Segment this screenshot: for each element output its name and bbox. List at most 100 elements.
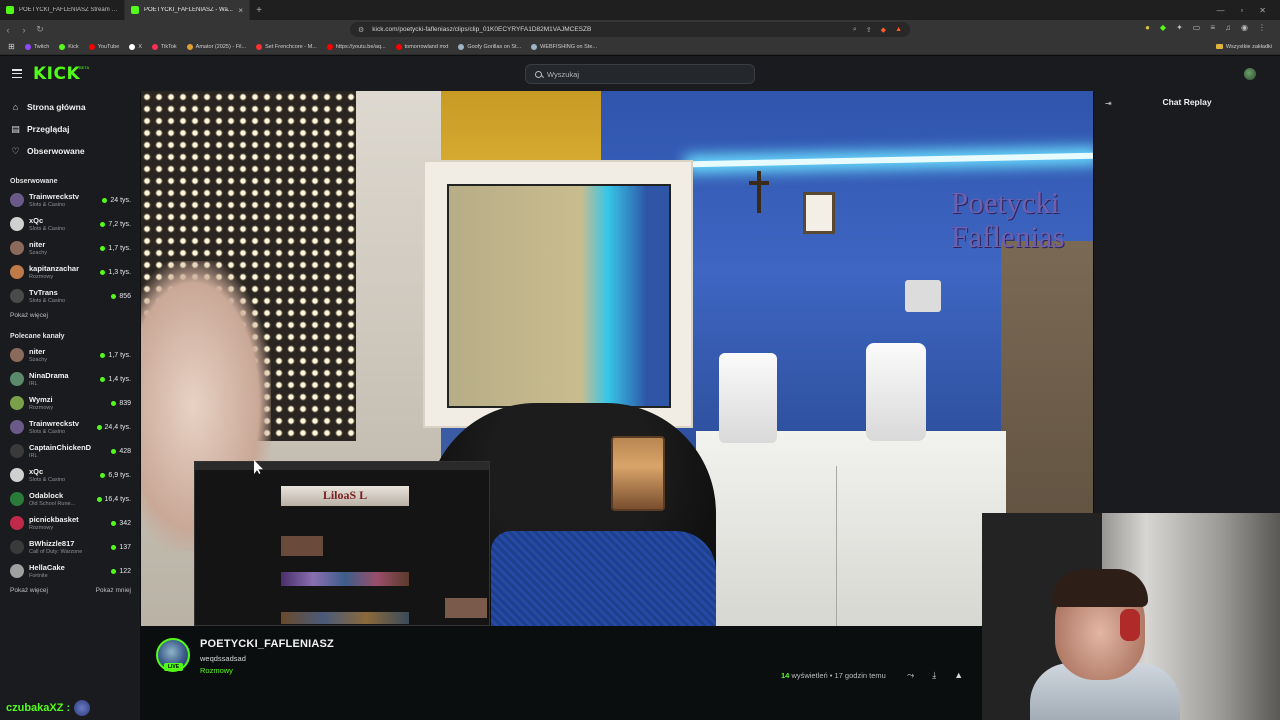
bookmark-item[interactable]: Set Frenchcore - M... (256, 43, 317, 50)
sidebar-channel[interactable]: Odablock Old School Rune... 16,4 tys. (0, 487, 140, 511)
sidebar-channel[interactable]: Trainwreckstv Slots & Casino 24 tys. (0, 188, 140, 212)
window-controls: — ▫ ✕ (1216, 0, 1280, 20)
hamburger-menu-icon[interactable] (12, 69, 22, 78)
site-info-icon[interactable]: ⚙ (358, 26, 364, 34)
viewer-count: 6,9 tys. (100, 472, 131, 479)
reload-icon[interactable]: ↻ (32, 24, 48, 35)
bookmark-item[interactable]: https://youtu.be/aq... (326, 43, 386, 50)
close-window-icon[interactable]: ✕ (1259, 6, 1266, 15)
minimize-icon[interactable]: — (1216, 6, 1224, 15)
nav-label: Obserwowane (27, 146, 85, 156)
sidebar-channel[interactable]: niter Szachy 1,7 tys. (0, 343, 140, 367)
sidebar-channel[interactable]: niter Szachy 1,7 tys. (0, 236, 140, 260)
show-less-link[interactable]: Pokaż mniej (96, 583, 131, 597)
maximize-icon[interactable]: ▫ (1240, 6, 1243, 15)
sidebar-channel[interactable]: HellaCake Fortnite 122 (0, 559, 140, 583)
more-icon[interactable]: ⋮ (1258, 23, 1266, 32)
home-icon: ⌂ (12, 101, 19, 112)
zoom-icon[interactable]: ⌕ (853, 26, 857, 34)
viewer-count-text: 1,7 tys. (108, 244, 131, 252)
viewer-count-text: 24 tys. (110, 196, 131, 204)
sidebar-channel[interactable]: TvTrans Slots & Casino 856 (0, 284, 140, 308)
extension-icon[interactable]: ● (1145, 23, 1150, 32)
bookmark-label: TikTok (160, 43, 177, 50)
video-scene-cross (749, 171, 769, 213)
viewer-count: 428 (111, 448, 131, 455)
bookmark-item[interactable]: TikTok (151, 43, 177, 50)
bookmark-item[interactable]: tomorrowland mxt (395, 43, 448, 50)
sidebar-channel[interactable]: picnickbasket Rozmowy 342 (0, 511, 140, 535)
bookmark-item[interactable]: Amator (2025) - Fil... (186, 43, 247, 50)
browser-tab-2[interactable]: POETYCKI_FAFLENIASZ - Wa... × (125, 0, 250, 20)
bottom-chat-user: czubakaXZ : (6, 700, 91, 716)
bookmark-favicon-icon (395, 43, 402, 50)
all-bookmarks[interactable]: Wszystkie zakładki (1215, 44, 1272, 50)
sidebar-channel[interactable]: Wymzi Rozmowy 839 (0, 391, 140, 415)
video-player[interactable]: Poetycki Faflenias LiloaS L (141, 91, 1093, 626)
sidebar-channel[interactable]: xQc Slots & Casino 7,2 tys. (0, 212, 140, 236)
channel-name: Trainwreckstv (29, 419, 80, 428)
sidebar-channel[interactable]: BWhizzle817 Call of Duty: Warzone 137 (0, 535, 140, 559)
channel-name: TvTrans (29, 288, 58, 297)
bookmark-item[interactable]: X (129, 43, 142, 50)
brave-shield-icon[interactable]: ◆ (881, 26, 886, 34)
viewer-count-text: 1,4 tys. (108, 375, 131, 383)
search-input[interactable]: Wyszukaj (525, 64, 755, 84)
share-icon[interactable]: ⤳ (907, 670, 914, 681)
kick-logo[interactable]: KICK (33, 64, 80, 84)
viewer-count-text: 16,4 tys. (104, 495, 131, 503)
nav-browse[interactable]: ▤ Przeglądaj (0, 118, 140, 140)
close-tab-icon[interactable]: × (238, 6, 243, 15)
report-icon[interactable]: ▲ (954, 670, 963, 681)
bookmark-item[interactable]: WEBFISHING on Ste... (531, 43, 597, 50)
sidebar-channel[interactable]: Trainwreckstv Slots & Casino 24,4 tys. (0, 415, 140, 439)
sidebar-icon[interactable]: ▭ (1193, 23, 1201, 32)
show-more-recommended-link[interactable]: Pokaż więcej (0, 583, 48, 597)
back-icon[interactable]: ‹ (0, 25, 16, 35)
download-icon[interactable]: ⤓ (932, 670, 936, 681)
streamer-name[interactable]: POETYCKI_FAFLENIASZ (200, 638, 334, 650)
sidebar-channel[interactable]: NinaDrama IRL 1,4 tys. (0, 367, 140, 391)
viewer-count: 24,4 tys. (96, 424, 131, 431)
extension-icon[interactable]: ◆ (1160, 23, 1166, 32)
bookmark-item[interactable]: Kick (59, 43, 79, 50)
viewer-count: 1,7 tys. (100, 352, 131, 359)
kick-favicon-icon (6, 6, 14, 14)
apps-grid-icon[interactable]: ⊞ (8, 42, 15, 51)
bookmark-label: Amator (2025) - Fil... (195, 43, 247, 50)
channel-avatar (10, 241, 24, 255)
sidebar-channel[interactable]: CaptainChickenD IRL 428 (0, 439, 140, 463)
new-tab-icon[interactable]: + (250, 0, 268, 20)
bookmark-item[interactable]: YouTube (88, 43, 119, 50)
menu-icon[interactable]: ≡ (1210, 23, 1215, 32)
bookmark-favicon-icon (326, 43, 333, 50)
channel-avatar (10, 217, 24, 231)
nav-following[interactable]: ♡ Obserwowane (0, 140, 140, 162)
live-dot-icon (96, 496, 102, 502)
forward-icon[interactable]: › (16, 25, 32, 35)
viewer-count-text: 1,7 tys. (108, 351, 131, 359)
stream-category[interactable]: Rozmowy (200, 666, 233, 675)
browser-tab-1[interactable]: POETYCKI_FAFLENIASZ Stream - Wa... (0, 0, 125, 20)
bookmark-item[interactable]: Goofy Gorillas on St... (458, 43, 521, 50)
warning-icon[interactable]: ▲ (895, 26, 902, 33)
address-bar[interactable]: ⚙ kick.com/poetycki-fafleniasz/clips/cli… (350, 22, 910, 37)
share-icon[interactable]: ⇪ (866, 26, 872, 34)
channel-name: NinaDrama (29, 371, 69, 380)
bookmark-item[interactable]: Twitch (24, 43, 49, 50)
profile-icon[interactable]: ◉ (1241, 23, 1248, 32)
user-avatar[interactable] (1244, 68, 1256, 80)
channel-category: Slots & Casino (29, 298, 66, 304)
channel-name: kapitanzachar (29, 264, 80, 273)
bookmark-label: WEBFISHING on Ste... (540, 43, 597, 50)
channel-avatar (10, 193, 24, 207)
nav-home[interactable]: ⌂ Strona główna (0, 96, 140, 118)
viewer-count: 7,2 tys. (100, 221, 131, 228)
show-more-followed-link[interactable]: Pokaż więcej (0, 308, 140, 322)
media-icon[interactable]: ♫ (1225, 23, 1231, 32)
sidebar-channel[interactable]: xQc Slots & Casino 6,9 tys. (0, 463, 140, 487)
extensions-puzzle-icon[interactable]: ✦ (1176, 23, 1183, 32)
live-dot-icon (111, 293, 117, 299)
live-dot-icon (111, 568, 117, 574)
sidebar-channel[interactable]: kapitanzachar Rozmowy 1,3 tys. (0, 260, 140, 284)
